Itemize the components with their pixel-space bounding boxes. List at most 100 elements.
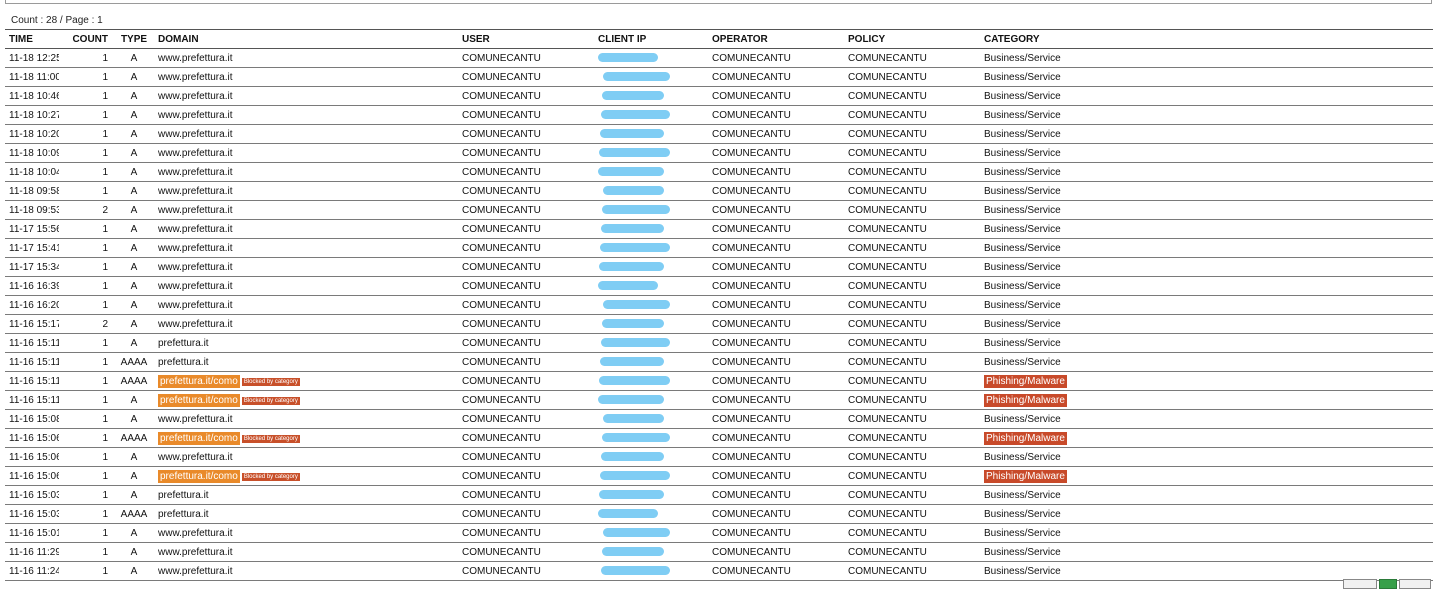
cell-operator: COMUNECANTU [708, 276, 844, 296]
cell-domain: www.prefettura.it [154, 67, 458, 87]
cell-type: A [114, 466, 154, 486]
column-header-operator[interactable]: OPERATOR [708, 29, 844, 49]
cell-time: 11-18 10:46 [5, 86, 59, 106]
cell-client-ip [594, 409, 708, 429]
column-header-category[interactable]: CATEGORY [980, 29, 1433, 49]
table-row[interactable]: 11-16 15:03 1 AAAA prefettura.it COMUNECANTU… [5, 504, 1433, 524]
cell-type: AAAA [114, 428, 154, 448]
table-row[interactable]: 11-18 12:25 1 Awww.prefettura.it COMUNECANT… [5, 48, 1433, 68]
redacted-ip [603, 414, 664, 424]
table-row[interactable]: 11-16 15:06 1 AAAA prefettura.it/como Blocke… [5, 428, 1433, 448]
table-row[interactable]: 11-16 15:03 1 Aprefettura.it COMUNECANTU COM… [5, 485, 1433, 505]
cell-user: COMUNECANTU [458, 447, 594, 467]
cell-category: Business/Service [980, 124, 1433, 144]
column-header-policy[interactable]: POLICY [844, 29, 980, 49]
domain-text: www.prefettura.it [158, 261, 233, 273]
table-row[interactable]: 11-18 09:53 2 Awww.prefettura.it COMUNECANT… [5, 200, 1433, 220]
table-row[interactable]: 11-16 15:06 1 Aprefettura.it/como Blocked b… [5, 466, 1433, 486]
cell-category: Business/Service [980, 219, 1433, 239]
redacted-ip [603, 186, 664, 196]
column-header-domain[interactable]: DOMAIN [154, 29, 458, 49]
table-row[interactable]: 11-18 10:27 1 Awww.prefettura.it COMUNECANT… [5, 105, 1433, 125]
cell-time: 11-16 15:06 [5, 447, 59, 467]
cell-client-ip [594, 162, 708, 182]
cell-client-ip [594, 485, 708, 505]
category-text: Business/Service [984, 242, 1061, 254]
cell-policy: COMUNECANTU [844, 542, 980, 562]
table-row[interactable]: 11-16 15:01 1 Awww.prefettura.it COMUNECANT… [5, 523, 1433, 543]
cell-count: 2 [59, 314, 114, 334]
table-row[interactable]: 11-16 16:20 1 Awww.prefettura.it COMUNECANT… [5, 295, 1433, 315]
category-text: Business/Service [984, 299, 1061, 311]
pager-prev-button[interactable] [1343, 579, 1377, 589]
pager-current-page[interactable] [1379, 579, 1397, 589]
cell-count: 1 [59, 276, 114, 296]
cell-user: COMUNECANTU [458, 523, 594, 543]
column-header-count[interactable]: COUNT [59, 29, 114, 49]
cell-user: COMUNECANTU [458, 371, 594, 391]
column-header-type[interactable]: TYPE [114, 29, 154, 49]
cell-time: 11-16 15:11 [5, 333, 59, 353]
cell-count: 1 [59, 238, 114, 258]
cell-time: 11-18 12:25 [5, 48, 59, 68]
cell-operator: COMUNECANTU [708, 257, 844, 277]
redacted-ip [599, 148, 670, 158]
cell-time: 11-16 11:29 [5, 542, 59, 562]
table-row[interactable]: 11-16 15:17 2 Awww.prefettura.it COMUNECANT… [5, 314, 1433, 334]
table-row[interactable]: 11-18 10:20 1 Awww.prefettura.it COMUNECANT… [5, 124, 1433, 144]
table-row[interactable]: 11-16 16:39 1 Awww.prefettura.it COMUNECANT… [5, 276, 1433, 296]
cell-operator: COMUNECANTU [708, 314, 844, 334]
table-row[interactable]: 11-16 15:11 1 AAAA prefettura.it COMUNECANTU… [5, 352, 1433, 372]
cell-client-ip [594, 86, 708, 106]
pager-next-button[interactable] [1399, 579, 1431, 589]
cell-operator: COMUNECANTU [708, 86, 844, 106]
table-row[interactable]: 11-18 09:58 1 Awww.prefettura.it COMUNECANT… [5, 181, 1433, 201]
table-row[interactable]: 11-17 15:41 1 Awww.prefettura.it COMUNECANT… [5, 238, 1433, 258]
table-row[interactable]: 11-16 15:11 1 Aprefettura.it/como Blocked b… [5, 390, 1433, 410]
cell-client-ip [594, 504, 708, 524]
cell-category: Business/Service [980, 542, 1433, 562]
domain-text: www.prefettura.it [158, 527, 233, 539]
table-row[interactable]: 11-18 10:46 1 Awww.prefettura.it COMUNECANT… [5, 86, 1433, 106]
domain-text: www.prefettura.it [158, 565, 233, 577]
cell-count: 1 [59, 466, 114, 486]
table-row[interactable]: 11-16 15:11 1 Aprefettura.it COMUNECANTU COM… [5, 333, 1433, 353]
redacted-ip [601, 452, 664, 462]
cell-domain: prefettura.it [154, 333, 458, 353]
column-header-client-ip[interactable]: CLIENT IP [594, 29, 708, 49]
category-text: Business/Service [984, 109, 1061, 121]
cell-time: 11-16 15:11 [5, 371, 59, 391]
cell-count: 1 [59, 105, 114, 125]
cell-client-ip [594, 219, 708, 239]
table-row[interactable]: 11-16 15:08 1 Awww.prefettura.it COMUNECANT… [5, 409, 1433, 429]
cell-count: 1 [59, 371, 114, 391]
table-row[interactable]: 11-16 15:06 1 Awww.prefettura.it COMUNECANT… [5, 447, 1433, 467]
column-header-user[interactable]: USER [458, 29, 594, 49]
cell-time: 11-18 10:27 [5, 105, 59, 125]
table-row[interactable]: 11-18 10:04 1 Awww.prefettura.it COMUNECANT… [5, 162, 1433, 182]
table-row[interactable]: 11-16 15:11 1 AAAA prefettura.it/como Blocke… [5, 371, 1433, 391]
cell-category: Business/Service [980, 523, 1433, 543]
column-header-time[interactable]: TIME [5, 29, 59, 49]
cell-count: 1 [59, 124, 114, 144]
cell-category: Business/Service [980, 257, 1433, 277]
cell-type: A [114, 523, 154, 543]
cell-operator: COMUNECANTU [708, 523, 844, 543]
cell-policy: COMUNECANTU [844, 276, 980, 296]
category-text: Business/Service [984, 489, 1061, 501]
cell-user: COMUNECANTU [458, 409, 594, 429]
table-row[interactable]: 11-16 11:29 1 Awww.prefettura.it COMUNECANT… [5, 542, 1433, 562]
table-row[interactable]: 11-18 11:00 1 Awww.prefettura.it COMUNECANT… [5, 67, 1433, 87]
cell-category: Business/Service [980, 67, 1433, 87]
redacted-ip [603, 300, 670, 310]
redacted-ip [602, 547, 664, 557]
table-row[interactable]: 11-17 15:56 1 Awww.prefettura.it COMUNECANT… [5, 219, 1433, 239]
cell-operator: COMUNECANTU [708, 390, 844, 410]
blocked-badge: Blocked by category [241, 377, 300, 386]
table-row[interactable]: 11-18 10:09 1 Awww.prefettura.it COMUNECANT… [5, 143, 1433, 163]
cell-operator: COMUNECANTU [708, 124, 844, 144]
cell-policy: COMUNECANTU [844, 428, 980, 448]
table-row[interactable]: 11-16 11:24 1 Awww.prefettura.it COMUNECANT… [5, 561, 1433, 581]
domain-text: www.prefettura.it [158, 451, 233, 463]
table-row[interactable]: 11-17 15:34 1 Awww.prefettura.it COMUNECANT… [5, 257, 1433, 277]
